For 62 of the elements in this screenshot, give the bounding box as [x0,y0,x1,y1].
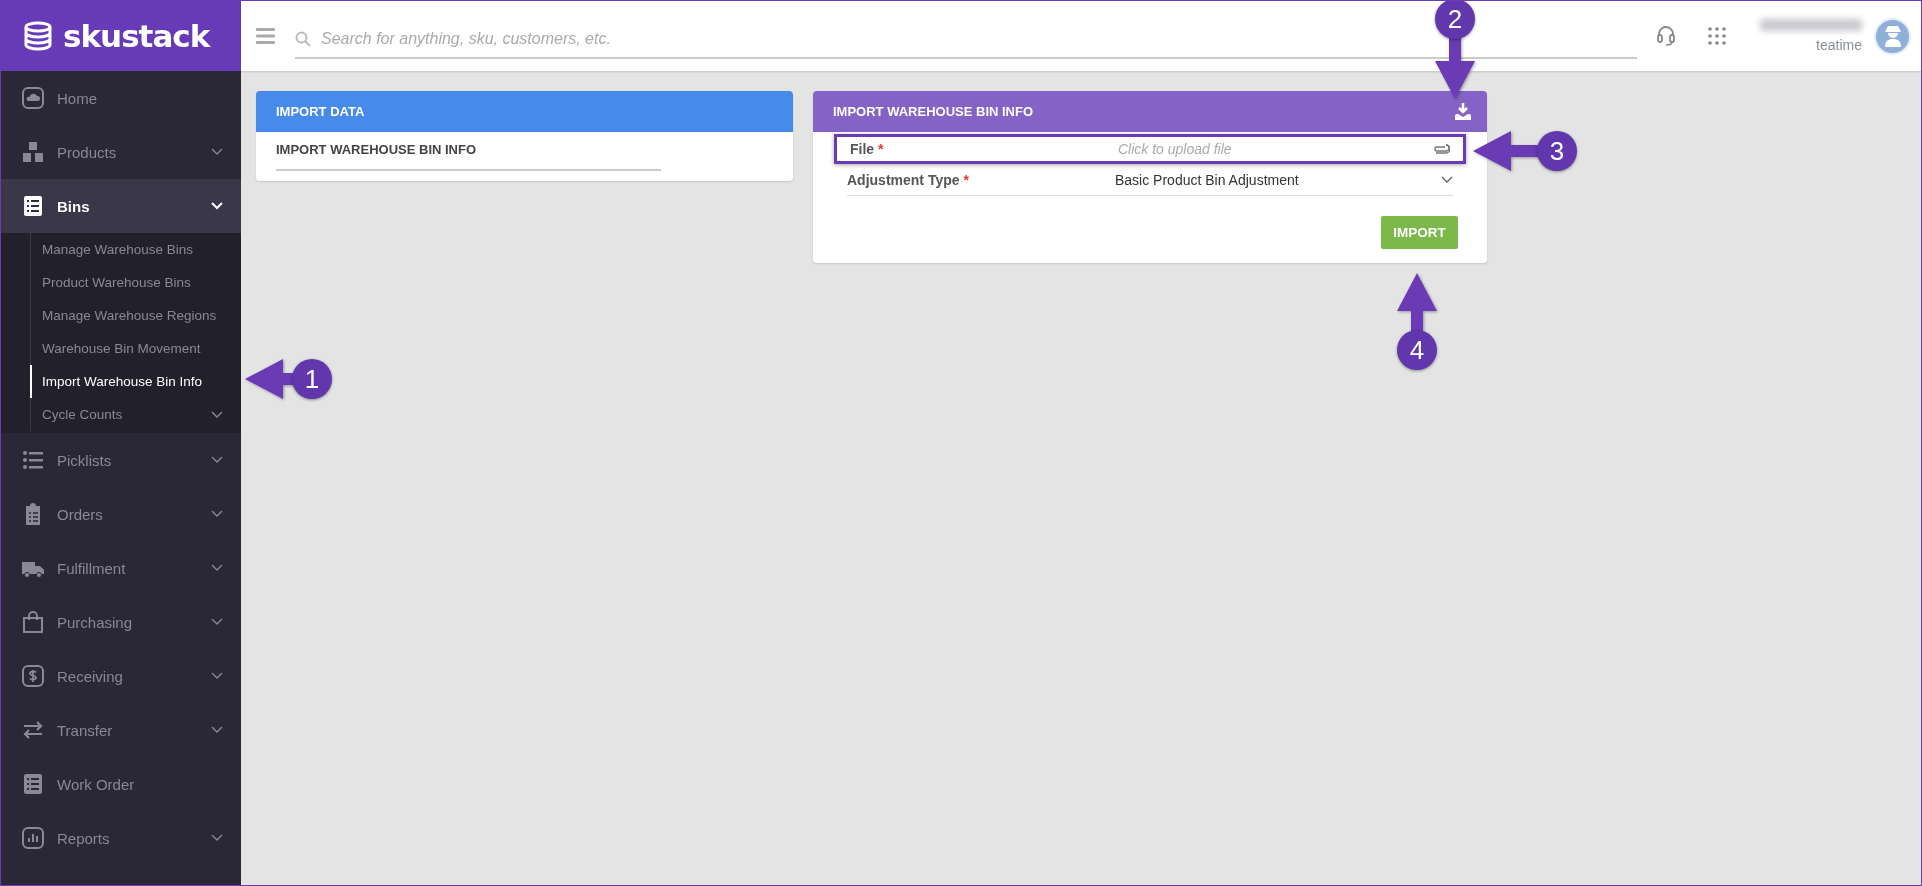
card-title: IMPORT WAREHOUSE BIN INFO [833,104,1035,119]
nav-subitem[interactable]: Cycle Counts [30,398,241,431]
list-icon [21,772,45,796]
callout-arrow [1435,37,1475,99]
nav-item[interactable]: Transfer [1,703,241,757]
nav-subitem[interactable]: Manage Warehouse Regions [30,299,241,332]
chevron-icon [211,410,223,419]
nav-item[interactable]: Work Order [1,757,241,811]
nav-item[interactable]: Orders [1,487,241,541]
nav-item[interactable]: Reports [1,811,241,865]
bag-icon [21,610,45,634]
chevron-icon [211,564,223,572]
chevron-icon [211,202,223,210]
logo-icon [23,21,53,51]
avatar[interactable] [1874,17,1911,55]
cloud-icon [21,86,45,110]
import-type-link[interactable]: IMPORT WAREHOUSE BIN INFO [276,132,661,171]
chevron-icon [211,834,223,842]
chevron-icon [211,456,223,464]
chevron-icon [211,510,223,518]
boxes-icon [21,140,45,164]
headset-icon[interactable] [1656,25,1676,47]
paperclip-icon [1432,144,1450,154]
list-icon [21,194,45,218]
search-icon [295,31,311,47]
callout-arrow [245,359,294,399]
field-label: Adjustment Type * [847,171,970,188]
nav-item[interactable]: Picklists [1,433,241,487]
callout-arrow [1397,273,1437,332]
step-number: 1 [292,359,332,399]
user-silhouette-icon [1882,25,1903,47]
step-number: 3 [1537,131,1577,171]
nav-subitem[interactable]: Import Warehouse Bin Info [30,365,241,398]
file-upload-field[interactable]: Click to upload file [1118,141,1450,157]
nav-item[interactable]: Products [1,125,241,179]
logo-text: skustack [63,18,210,54]
chevron-icon [211,672,223,680]
nav-item[interactable]: Purchasing [1,595,241,649]
import-button[interactable]: IMPORT [1381,216,1458,249]
adjustment-type-dropdown[interactable]: Basic Product Bin Adjustment [1115,171,1453,188]
dollar-icon [21,664,45,688]
chevron-icon [1441,175,1453,184]
nav-item[interactable]: Fulfillment [1,541,241,595]
nav-item[interactable]: Receiving [1,649,241,703]
bar-chart-icon [21,826,45,850]
organization-name: teatime [1816,37,1862,53]
list-icon [21,448,45,472]
nav-subitem[interactable]: Warehouse Bin Movement [30,332,241,365]
nav-item[interactable]: Bins [1,179,241,233]
callout-arrow [1473,131,1539,171]
apps-grid-icon[interactable] [1708,27,1726,45]
chevron-icon [211,148,223,156]
field-label: File * [850,141,885,157]
chevron-icon [211,726,223,734]
nav-subitem[interactable]: Product Warehouse Bins [30,266,241,299]
menu-icon[interactable] [256,28,275,44]
chevron-icon [211,618,223,626]
download-icon[interactable] [1453,101,1473,122]
nav-item[interactable]: Home [1,71,241,125]
nav-subitem[interactable]: Manage Warehouse Bins [30,233,241,266]
card-header: IMPORT DATA [256,91,793,132]
step-number: 4 [1397,330,1437,370]
